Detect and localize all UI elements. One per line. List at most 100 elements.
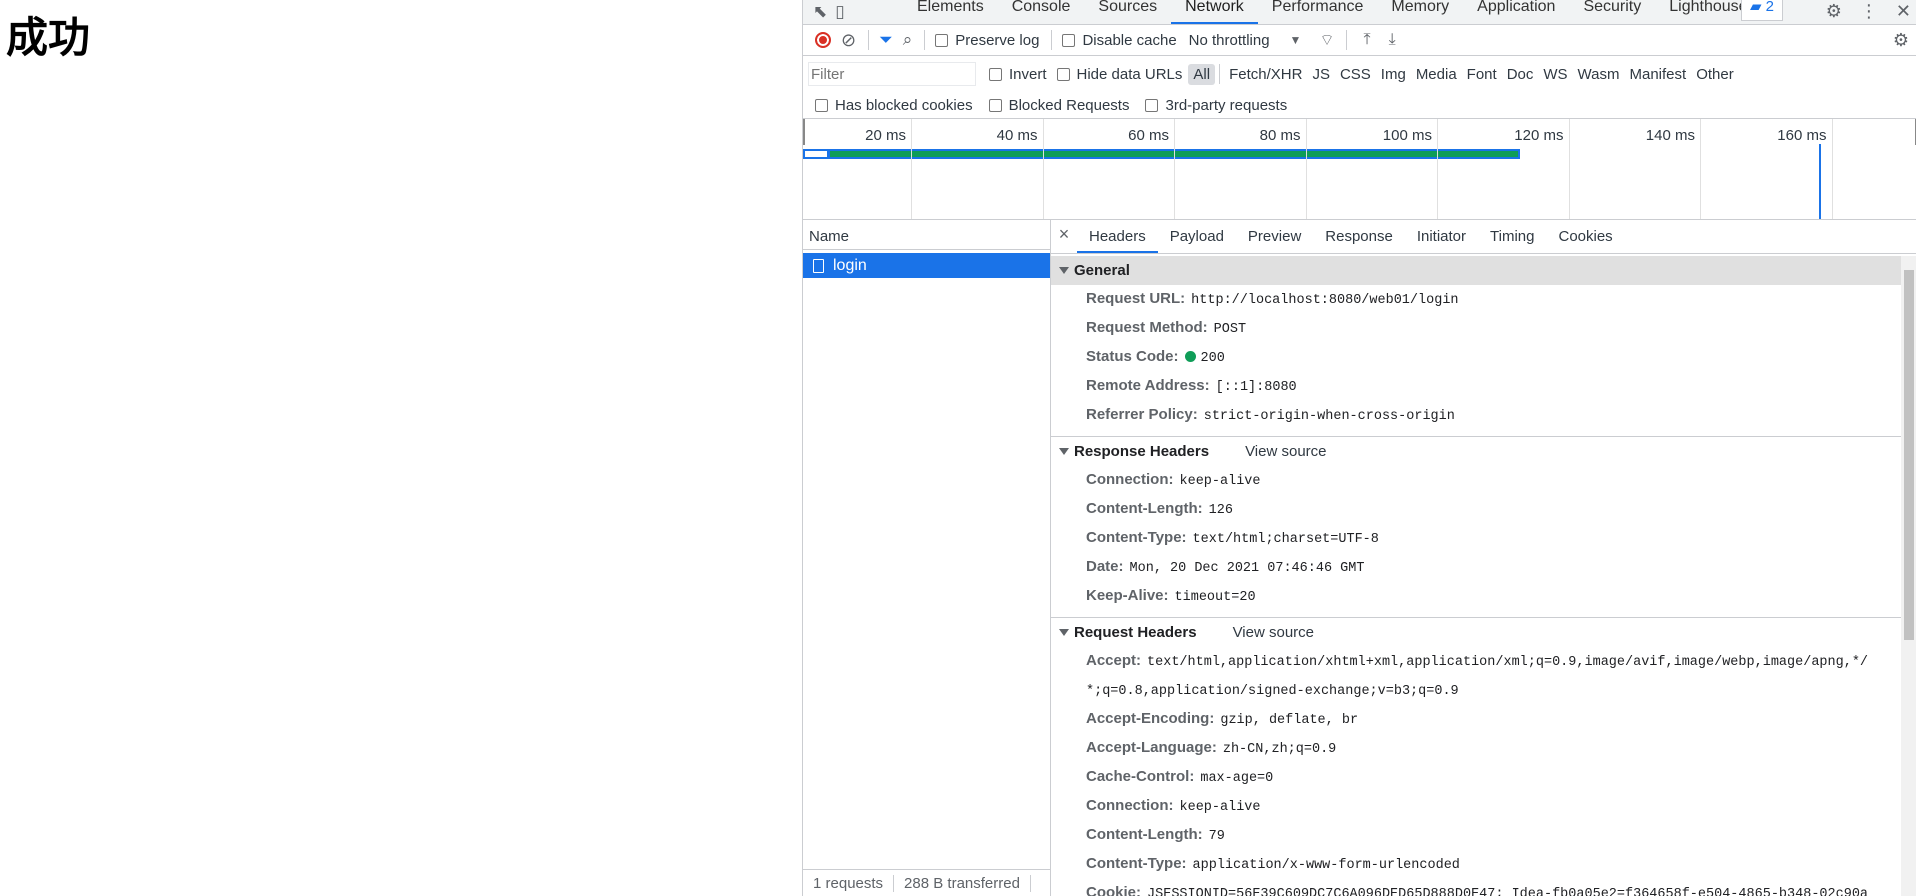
tab-sources[interactable]: Sources xyxy=(1084,0,1171,24)
network-settings-gear-icon[interactable]: ⚙ xyxy=(1893,30,1909,51)
header-value: http://localhost:8080/web01/login xyxy=(1191,293,1459,308)
tab-network[interactable]: Network xyxy=(1171,0,1258,24)
throttling-select[interactable]: No throttling ▼ xyxy=(1189,32,1302,49)
filter-type-img[interactable]: Img xyxy=(1376,64,1411,85)
filter-type-ws[interactable]: WS xyxy=(1538,64,1572,85)
filter-type-wasm[interactable]: Wasm xyxy=(1573,64,1625,85)
more-options-icon[interactable]: ⋮ xyxy=(1860,1,1878,22)
record-icon[interactable] xyxy=(815,32,831,48)
detail-tab-timing[interactable]: Timing xyxy=(1478,228,1546,253)
header-value: application/x-www-form-urlencoded xyxy=(1192,858,1460,873)
header-row: Cookie: JSESSIONID=56E39C609DC7C6A096DED6… xyxy=(1051,879,1876,896)
general-section-header[interactable]: General xyxy=(1051,256,1901,285)
request-view-source-link[interactable]: View source xyxy=(1233,624,1314,641)
detail-tab-initiator[interactable]: Initiator xyxy=(1405,228,1478,253)
tab-security[interactable]: Security xyxy=(1569,0,1655,24)
document-icon xyxy=(813,258,824,273)
detail-tab-cookies[interactable]: Cookies xyxy=(1546,228,1624,253)
device-toolbar-icon[interactable]: ▯ xyxy=(835,2,844,22)
filter-type-font[interactable]: Font xyxy=(1462,64,1502,85)
filter-type-manifest[interactable]: Manifest xyxy=(1625,64,1692,85)
header-row: Content-Type: application/x-www-form-urle… xyxy=(1051,850,1901,879)
filter-icon[interactable]: ⏷ xyxy=(879,30,893,50)
filter-type-doc[interactable]: Doc xyxy=(1502,64,1539,85)
detail-tab-response[interactable]: Response xyxy=(1313,228,1405,253)
detail-tab-headers[interactable]: Headers xyxy=(1077,228,1158,253)
filter-type-css[interactable]: CSS xyxy=(1335,64,1376,85)
header-name: Content-Length: xyxy=(1086,826,1203,843)
header-row: Accept-Language: zh-CN,zh;q=0.9 xyxy=(1051,734,1901,763)
header-name: Remote Address: xyxy=(1086,377,1210,394)
filter-type-js[interactable]: JS xyxy=(1307,64,1335,85)
header-value: 126 xyxy=(1208,503,1233,518)
timeline-tick-label: 140 ms xyxy=(1645,127,1695,144)
detail-tab-payload[interactable]: Payload xyxy=(1158,228,1236,253)
scrollbar-thumb[interactable] xyxy=(1904,270,1914,640)
timeline-gridline xyxy=(1437,119,1438,219)
tab-memory[interactable]: Memory xyxy=(1377,0,1463,24)
disable-cache-checkbox[interactable] xyxy=(1062,33,1076,47)
invert-checkbox[interactable] xyxy=(989,67,1002,81)
has-blocked-cookies-label: Has blocked cookies xyxy=(835,96,973,114)
timeline-tick-label: 60 ms xyxy=(1128,127,1169,144)
blocked-requests-label: Blocked Requests xyxy=(1008,96,1130,114)
import-har-icon[interactable]: ⤒ xyxy=(1363,31,1370,49)
disable-cache-label: Disable cache xyxy=(1082,31,1177,49)
clear-icon[interactable]: ⊘ xyxy=(841,30,856,51)
settings-gear-icon[interactable]: ⚙ xyxy=(1826,1,1842,22)
header-value: timeout=20 xyxy=(1174,590,1256,605)
preserve-log-label: Preserve log xyxy=(955,31,1040,49)
network-conditions-icon[interactable]: ⌔ xyxy=(1319,30,1334,50)
header-name: Accept-Encoding: xyxy=(1086,710,1215,727)
request-row-login[interactable]: login xyxy=(803,253,1050,278)
filter-type-all[interactable]: All xyxy=(1188,63,1216,85)
preserve-log-checkbox[interactable] xyxy=(935,33,949,47)
inspect-element-icon[interactable]: ⬉ xyxy=(813,2,827,22)
header-value: keep-alive xyxy=(1179,474,1261,489)
timeline-gridline xyxy=(1831,119,1833,219)
tab-elements[interactable]: Elements xyxy=(903,0,998,24)
collapse-triangle-icon xyxy=(1059,629,1069,636)
export-har-icon[interactable]: ⤓ xyxy=(1389,31,1396,49)
hide-data-urls-label: Hide data URLs xyxy=(1076,65,1183,83)
header-name: Accept-Language: xyxy=(1086,739,1217,756)
filter-type-fetch-xhr[interactable]: Fetch/XHR xyxy=(1224,64,1307,85)
timeline-tick-label: 120 ms xyxy=(1514,127,1564,144)
has-blocked-cookies-checkbox[interactable] xyxy=(815,98,828,112)
main-tabs: Elements Console Sources Network Performance… xyxy=(903,0,1762,24)
close-detail-icon[interactable]: × xyxy=(1051,224,1077,253)
response-view-source-link[interactable]: View source xyxy=(1245,443,1326,460)
devtools-tab-bar: ⬉ ▯ Elements Console Sources Network Perform… xyxy=(803,0,1916,25)
collapse-triangle-icon xyxy=(1059,267,1069,274)
devtools-panel: ⬉ ▯ Elements Console Sources Network Perform… xyxy=(802,0,1916,896)
tab-performance[interactable]: Performance xyxy=(1258,0,1378,24)
header-row: Accept-Encoding: gzip, deflate, br xyxy=(1051,705,1901,734)
detail-tab-preview[interactable]: Preview xyxy=(1236,228,1313,253)
header-value: [::1]:8080 xyxy=(1215,380,1297,395)
tab-application[interactable]: Application xyxy=(1463,0,1569,24)
request-headers-section-header[interactable]: Request Headers View source xyxy=(1051,618,1901,647)
filter-input[interactable] xyxy=(808,62,976,86)
detail-scrollbar[interactable] xyxy=(1901,256,1916,896)
timeline-overview[interactable]: 20 ms 40 ms 60 ms 80 ms 100 ms 120 ms 140 ms 16… xyxy=(803,119,1916,220)
filter-type-media[interactable]: Media xyxy=(1411,64,1462,85)
hide-data-urls-checkbox[interactable] xyxy=(1056,67,1070,81)
tab-console[interactable]: Console xyxy=(998,0,1085,24)
response-headers-section-header[interactable]: Response Headers View source xyxy=(1051,437,1901,466)
header-row: Keep-Alive: timeout=20 xyxy=(1051,582,1901,611)
third-party-requests-checkbox[interactable] xyxy=(1145,98,1159,112)
timeline-load-marker xyxy=(1819,144,1821,219)
messages-badge[interactable]: ▰ 2 xyxy=(1740,0,1783,21)
close-devtools-icon[interactable]: ✕ xyxy=(1896,1,1911,22)
search-icon[interactable]: ⌕ xyxy=(903,30,913,50)
page-heading: 成功 xyxy=(6,13,91,62)
blocked-requests-checkbox[interactable] xyxy=(988,98,1002,112)
filter-type-other[interactable]: Other xyxy=(1691,64,1739,85)
header-name: Connection: xyxy=(1086,797,1174,814)
collapse-triangle-icon xyxy=(1059,448,1069,455)
timeline-tick-label: 80 ms xyxy=(1259,127,1301,144)
header-value: 79 xyxy=(1208,829,1225,844)
header-name: Request Method: xyxy=(1086,319,1208,336)
name-column-header[interactable]: Name xyxy=(803,220,1050,250)
header-value: POST xyxy=(1213,322,1247,337)
